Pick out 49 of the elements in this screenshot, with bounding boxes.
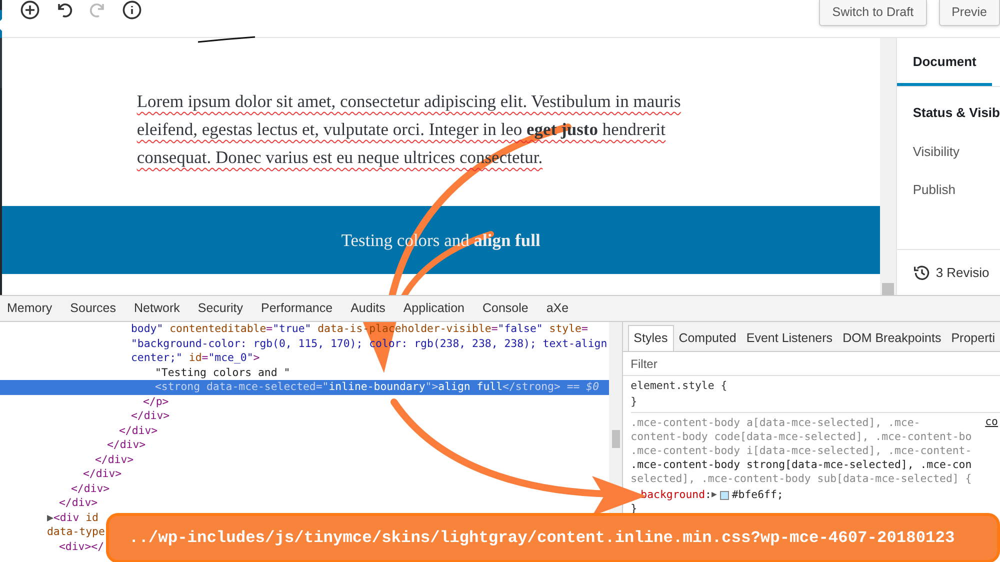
- filter-field[interactable]: Filter: [630, 354, 831, 372]
- devtools-tab[interactable]: Audits: [342, 296, 394, 321]
- history-icon: [912, 264, 931, 282]
- toolbar-button[interactable]: Previe: [938, 0, 1000, 26]
- scrollbar[interactable]: [880, 38, 896, 295]
- css-property: background: [640, 488, 706, 502]
- devtools-tab[interactable]: Sources: [61, 296, 126, 321]
- info-icon[interactable]: [122, 0, 142, 20]
- code-line[interactable]: </div>: [0, 409, 610, 424]
- devtools-tab[interactable]: Performance: [252, 296, 342, 321]
- add-icon[interactable]: [20, 0, 40, 20]
- active-menu-marker: [0, 10, 2, 38]
- css-colon: :: [705, 488, 712, 502]
- callout-banner: ../wp-includes/js/tinymce/skins/lightgray/content.inline.min.css?wp-mce-4607-20180123: [106, 513, 1000, 562]
- devtools-tab[interactable]: Application: [394, 296, 474, 321]
- css-selector: .mce-content-body strong[data-mce-selected], .mce-con: [630, 458, 972, 472]
- css-text: }: [630, 394, 638, 410]
- code-line[interactable]: </p>: [0, 394, 610, 409]
- sidebar-label: Publish: [912, 181, 956, 199]
- code-line[interactable]: center;" id="mce_0">: [0, 351, 610, 366]
- sidebar-label: Visibility: [912, 142, 961, 161]
- color-swatch[interactable]: [720, 490, 729, 500]
- code-line[interactable]: </div>: [0, 438, 610, 452]
- devtools-tab[interactable]: Security: [188, 296, 252, 321]
- styles-tab[interactable]: DOM Breakpoints: [838, 325, 946, 351]
- devtools-tab[interactable]: Console: [473, 296, 538, 321]
- revisions-link[interactable]: 3 Revisio: [936, 262, 990, 282]
- pen-stroke: [196, 36, 257, 44]
- code-line[interactable]: </div>: [0, 452, 610, 467]
- css-selector: selected], .mce-content-body sub[data-mce-selected] {: [630, 472, 972, 486]
- styles-tab[interactable]: Computed: [674, 325, 742, 351]
- source-link[interactable]: co: [985, 415, 998, 429]
- expand-toggle[interactable]: ▶: [711, 488, 717, 502]
- code-line[interactable]: </div>: [0, 424, 610, 438]
- css-text: element.style {: [630, 378, 728, 394]
- toolbar-button[interactable]: Switch to Draft: [819, 0, 927, 26]
- css-selector: .mce-content-body i[data-mce-selected], .mce-content-: [630, 444, 972, 458]
- section-title[interactable]: Status & Visib: [912, 103, 1000, 122]
- css-selector: .mce-content-body a[data-mce-selected], .mce-: [630, 416, 920, 430]
- code-line[interactable]: "Testing colors and ": [0, 366, 610, 380]
- css-value: #bfe6ff;: [732, 488, 784, 502]
- css-selector: content-body code[data-mce-selected], .mce-content-bo: [630, 430, 972, 444]
- styles-tab[interactable]: Event Listeners: [741, 325, 838, 351]
- devtools-tab[interactable]: Memory: [0, 296, 62, 321]
- styles-tab[interactable]: Properti: [946, 325, 1000, 351]
- styles-tab[interactable]: Styles: [628, 325, 674, 351]
- devtools-tab[interactable]: Network: [125, 296, 189, 321]
- sidebar-tab[interactable]: Document: [896, 37, 992, 86]
- devtools-tab[interactable]: aXe: [537, 296, 578, 321]
